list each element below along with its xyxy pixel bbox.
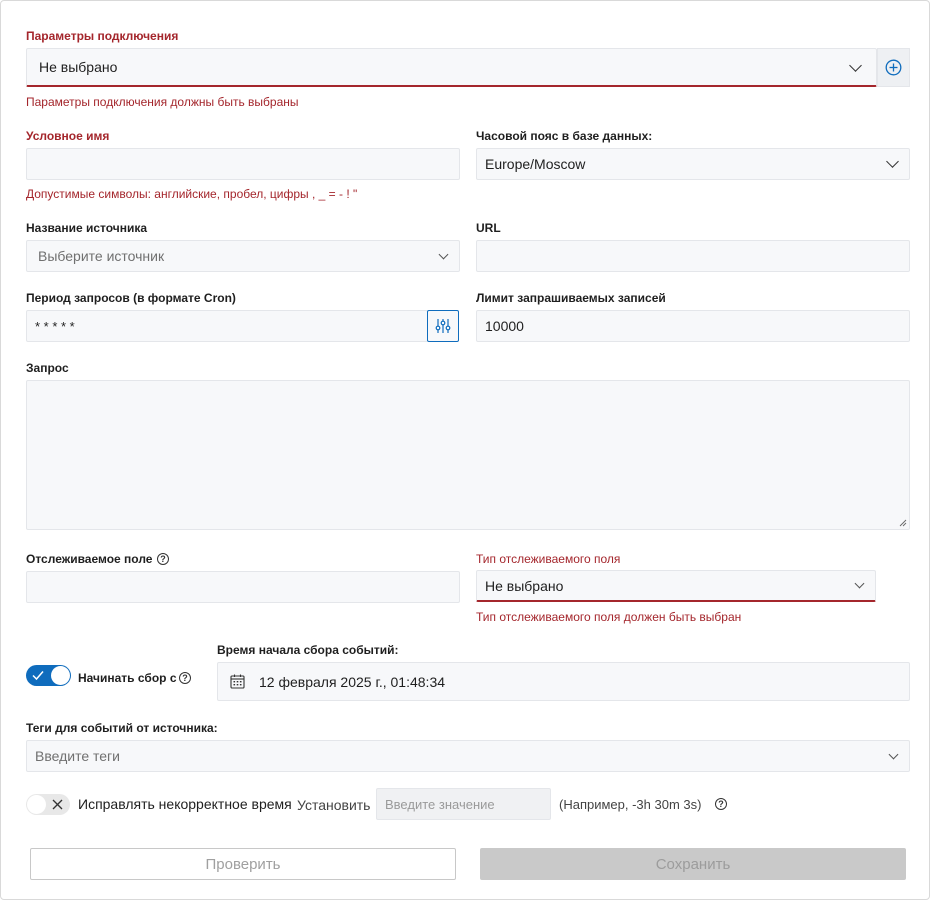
start-collect-toggle[interactable] (26, 665, 71, 686)
plus-circle-icon (885, 59, 902, 76)
chevron-down-icon (438, 249, 449, 260)
limit-input[interactable]: 10000 (476, 310, 910, 342)
chevron-down-icon (849, 59, 862, 72)
limit-input-value: 10000 (485, 318, 524, 334)
close-icon (52, 799, 63, 810)
chevron-down-icon (886, 155, 899, 168)
cron-input-value: * * * * * (35, 318, 75, 334)
tags-input[interactable]: Введите теги (26, 740, 910, 772)
sliders-icon (435, 319, 451, 333)
start-time-label: Время начала сбора событий: (217, 643, 399, 657)
source-select[interactable]: Выберите источник (26, 240, 460, 272)
cron-input[interactable]: * * * * * (26, 310, 428, 342)
fix-time-label: Исправлять некорректное время (78, 796, 292, 812)
start-time-value: 12 февраля 2025 г., 01:48:34 (259, 673, 446, 690)
cron-builder-button[interactable] (427, 310, 459, 342)
alias-label: Условное имя (26, 129, 110, 143)
save-button-label: Сохранить (655, 855, 731, 873)
connection-select[interactable]: Не выбрано (26, 48, 877, 87)
start-time-picker[interactable]: 12 февраля 2025 г., 01:48:34 (217, 662, 910, 701)
query-textarea[interactable] (26, 380, 910, 530)
toggle-knob (27, 795, 46, 814)
check-button-label: Проверить (205, 855, 281, 873)
tracked-type-label: Тип отслеживаемого поля (476, 552, 621, 566)
tracked-type-error: Тип отслеживаемого поля должен быть выбр… (476, 610, 742, 624)
connection-label: Параметры подключения (26, 29, 179, 43)
help-icon[interactable]: ? (157, 553, 169, 565)
source-label: Название источника (26, 221, 148, 235)
connection-form: Параметры подключения Не выбрано Парамет… (0, 0, 930, 900)
source-select-placeholder: Выберите источник (38, 248, 165, 264)
alias-input[interactable] (26, 148, 460, 180)
check-icon (32, 671, 44, 681)
check-button[interactable]: Проверить (30, 848, 456, 880)
tracked-field-input[interactable] (26, 571, 460, 603)
start-collect-label: Начинать сбор с (78, 671, 177, 685)
url-input[interactable] (476, 240, 910, 272)
fix-time-value-input[interactable]: Введите значение (376, 788, 551, 820)
url-label: URL (476, 221, 501, 235)
calendar-icon (230, 674, 245, 689)
tags-input-placeholder: Введите теги (35, 748, 120, 764)
help-icon[interactable]: ? (715, 798, 727, 810)
fix-time-example: (Например, -3h 30m 3s) (559, 797, 702, 812)
save-button[interactable]: Сохранить (480, 848, 906, 880)
connection-error: Параметры подключения должны быть выбран… (26, 95, 299, 109)
add-connection-button[interactable] (877, 48, 910, 87)
resize-handle-icon[interactable] (899, 519, 907, 527)
query-label: Запрос (26, 361, 69, 375)
tracked-type-select-value: Не выбрано (485, 577, 564, 594)
timezone-select[interactable]: Europe/Moscow (476, 148, 910, 180)
tracked-type-select[interactable]: Не выбрано (476, 570, 876, 602)
fix-time-toggle[interactable] (26, 794, 70, 815)
timezone-label: Часовой пояс в базе данных: (476, 129, 653, 143)
limit-label: Лимит запрашиваемых записей (476, 291, 666, 305)
timezone-select-value: Europe/Moscow (485, 156, 586, 172)
connection-select-value: Не выбрано (39, 59, 118, 75)
cron-label: Период запросов (в формате Cron) (26, 291, 236, 305)
chevron-down-icon (854, 578, 865, 589)
tags-label: Теги для событий от источника: (26, 721, 218, 735)
chevron-down-icon (888, 749, 899, 760)
help-icon[interactable]: ? (179, 672, 191, 684)
fix-time-value-placeholder: Введите значение (385, 796, 495, 812)
toggle-knob (51, 666, 70, 685)
alias-hint: Допустимые символы: английские, пробел, … (26, 187, 358, 201)
set-value-label: Установить (297, 797, 371, 813)
tracked-field-label: Отслеживаемое поле (26, 552, 153, 566)
